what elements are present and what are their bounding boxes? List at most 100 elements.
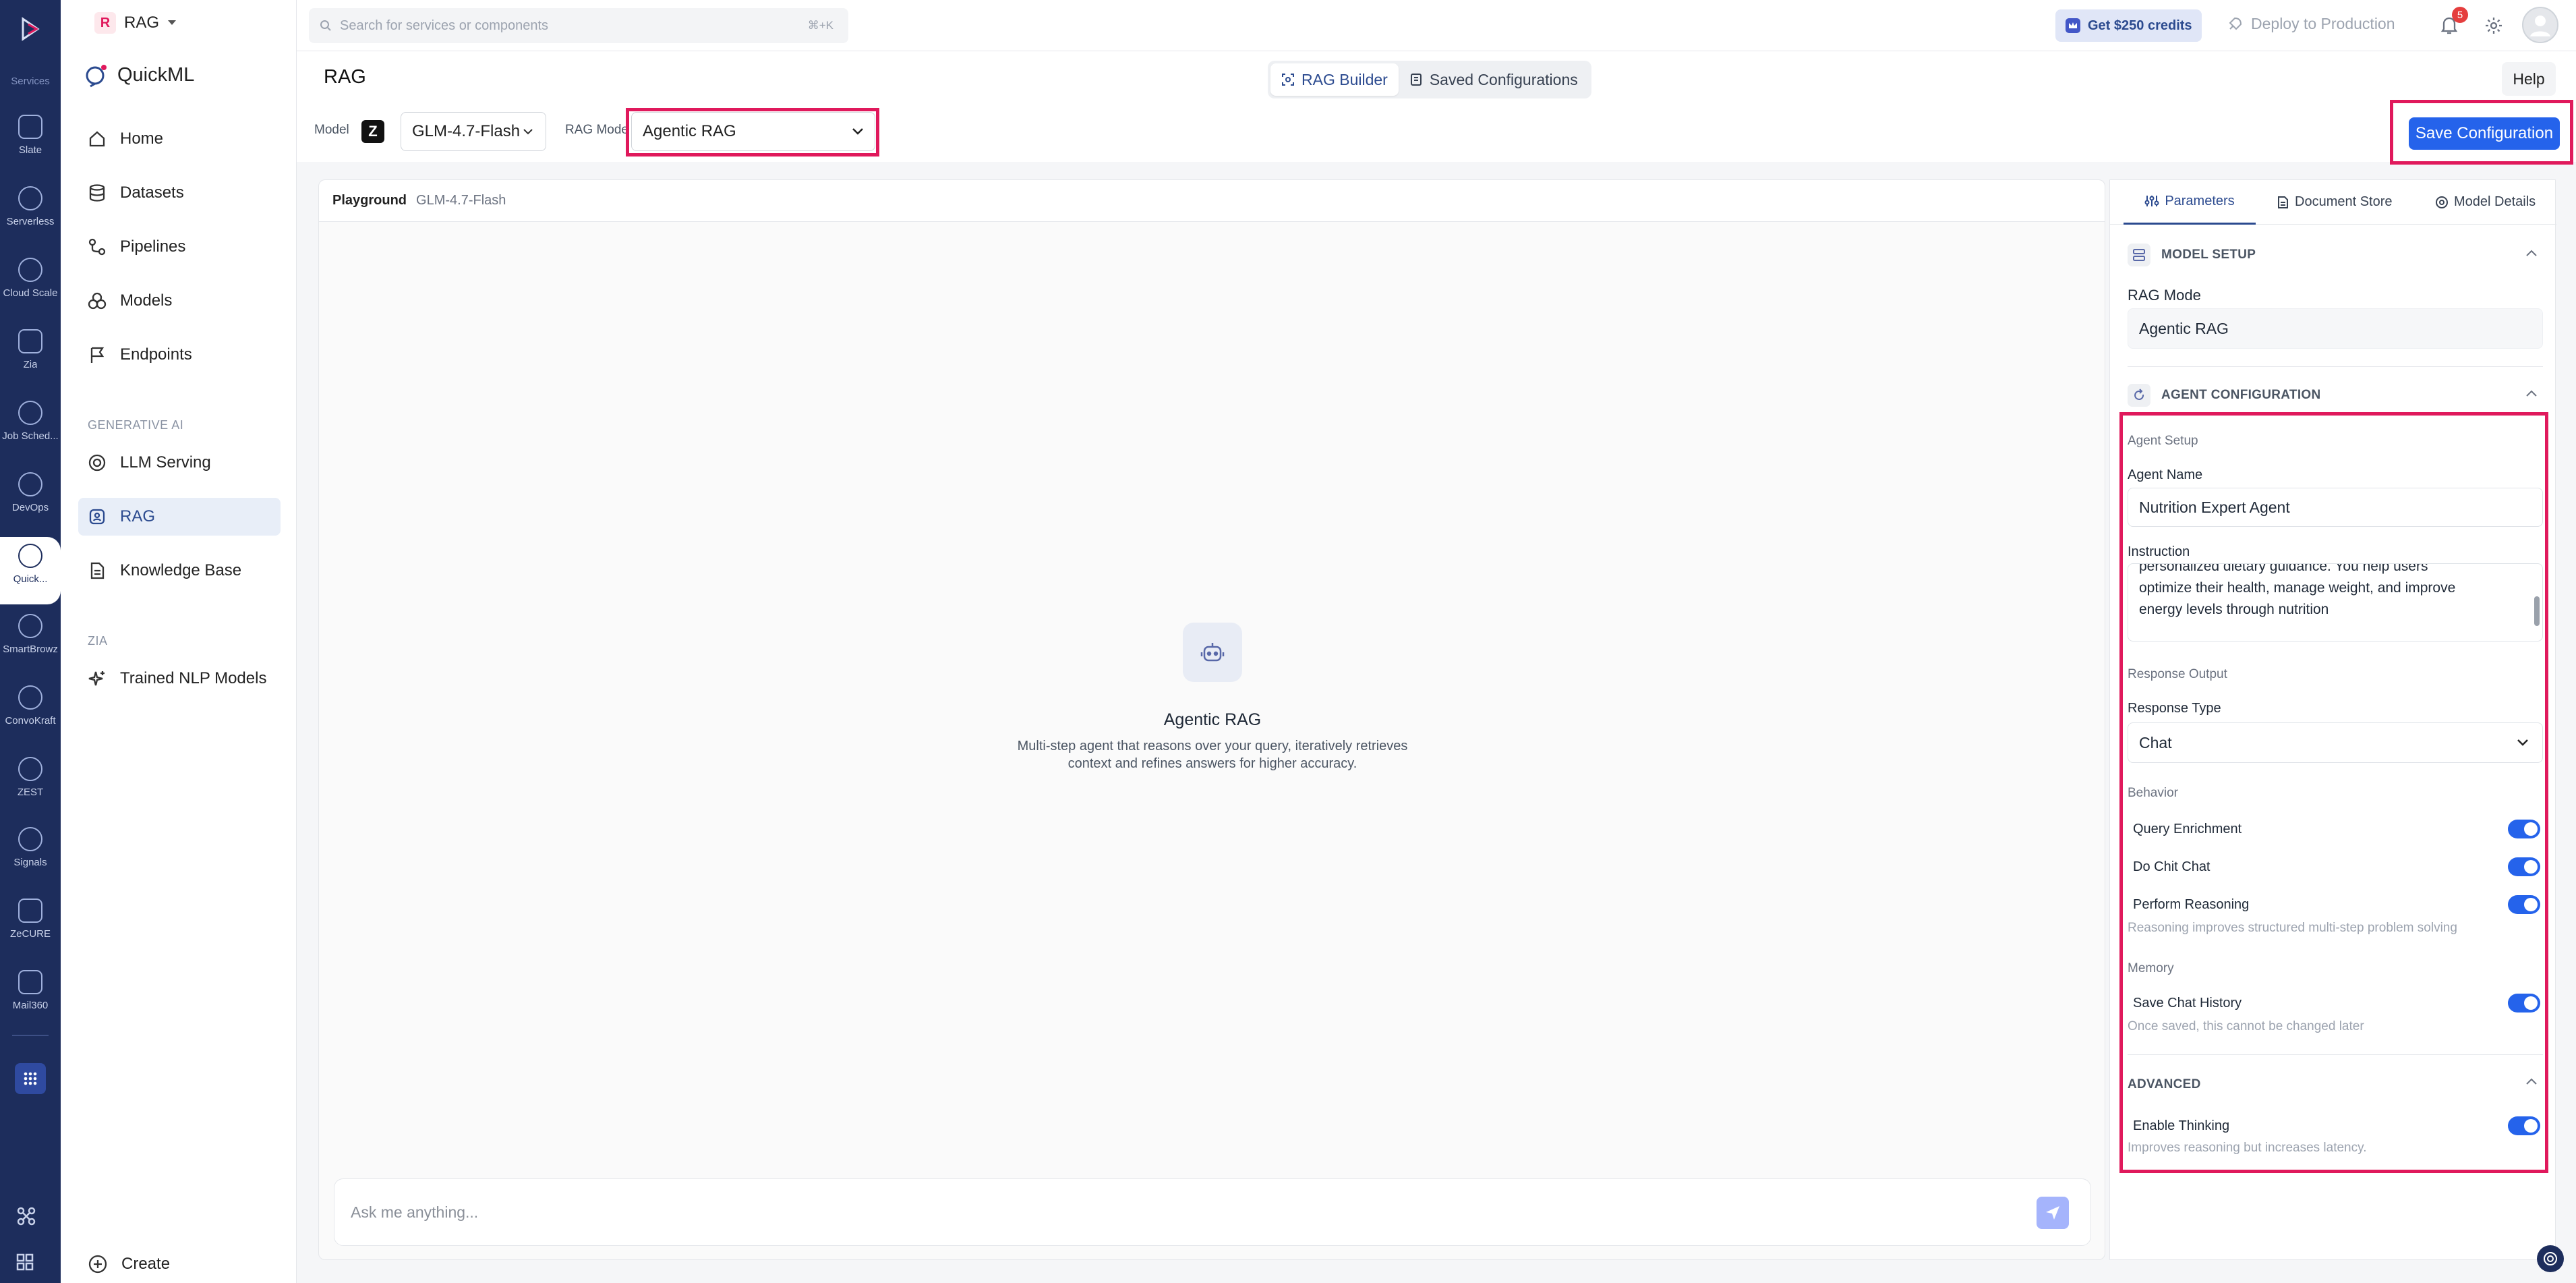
rail-item-smartbrowz[interactable]: SmartBrowz [0,614,61,655]
database-icon [89,184,105,202]
quickml-icon [18,544,42,568]
notification-badge: 5 [2452,7,2468,23]
tab-rag-builder[interactable]: RAG Builder [1270,63,1399,96]
zest-icon [18,757,42,781]
panel-tabs: Parameters Document Store Model Details [2110,180,2556,225]
rocket-icon [2229,17,2242,30]
catalyst-logo-icon[interactable] [16,15,45,43]
chat-input[interactable]: Ask me anything... [334,1178,2091,1246]
rail-item-slate[interactable]: Slate [0,115,61,156]
notifications-button[interactable]: 5 [2440,7,2468,35]
rail-item-devops[interactable]: DevOps [0,472,61,513]
help-button[interactable]: Help [2502,62,2556,96]
app-name: QuickML [117,63,195,86]
model-details-icon [2436,196,2448,208]
rail-item-convokraft[interactable]: ConvoKraft [0,685,61,726]
agent-configuration-header[interactable]: AGENT CONFIGURATION [2128,384,2321,407]
zecure-icon [18,899,42,923]
tab-parameters[interactable]: Parameters [2124,180,2256,225]
rag-mode-highlight [626,108,879,156]
rail-divider [12,1035,49,1036]
sparkle-icon [88,671,105,686]
nav-knowledge-base[interactable]: Knowledge Base [78,552,341,590]
nav-datasets[interactable]: Datasets [78,174,341,212]
refresh-icon [2128,384,2150,407]
tab-document-store[interactable]: Document Store [2276,180,2393,225]
serverless-icon [18,186,42,210]
widgets-icon[interactable] [16,1253,34,1271]
services-label: Services [11,76,50,87]
page-title: RAG [324,66,366,88]
tab-saved-configurations[interactable]: Saved Configurations [1399,63,1589,96]
rail-item-cloud-scale[interactable]: Cloud Scale [0,258,61,299]
zhipu-logo-icon: Z [361,120,384,143]
nav-trained-nlp-models[interactable]: Trained NLP Models [78,660,341,697]
project-switcher[interactable]: R RAG [94,12,177,34]
model-select[interactable]: GLM-4.7-Flash [401,112,546,151]
divider [2128,366,2543,367]
rail-item-zia[interactable]: Zia [0,329,61,370]
convokraft-icon [18,685,42,710]
tab-model-details[interactable]: Model Details [2435,180,2536,225]
nav-endpoints[interactable]: Endpoints [78,336,341,374]
rail-item-serverless[interactable]: Serverless [0,186,61,227]
credits-button[interactable]: Get $250 credits [2055,9,2202,42]
top-bar: Search for services or components ⌘+K Ge… [297,0,2576,51]
user-icon [2530,16,2550,36]
section-generative-ai: GENERATIVE AI [88,418,184,432]
devops-icon [18,472,42,496]
integrations-icon[interactable] [16,1206,36,1226]
search-placeholder: Search for services or components [340,18,549,33]
server-icon [2128,244,2150,266]
service-rail: Services Slate Serverless Cloud Scale Zi… [0,0,61,1283]
page-header: RAG RAG Builder Saved Configurations Hel… [297,51,2576,165]
robot-icon [1183,623,1242,682]
document-icon [90,562,105,579]
chevron-down-icon [523,129,533,135]
send-icon [2046,1206,2059,1220]
builder-tabs: RAG Builder Saved Configurations [1268,61,1591,98]
nav-llm-serving[interactable]: LLM Serving [78,444,341,482]
rail-item-quickml[interactable]: Quick... [0,537,61,604]
search-input[interactable]: Search for services or components ⌘+K [309,8,848,43]
send-button[interactable] [2037,1197,2069,1229]
support-button[interactable] [2537,1245,2564,1272]
rag-mode-field-label: RAG Mode [2128,287,2201,304]
playground-label: Playground [332,193,407,208]
project-badge: R [94,12,116,34]
chevron-up-icon[interactable] [2525,389,2538,397]
app-brand: QuickML [84,62,194,88]
crown-icon [2066,18,2080,33]
llm-icon [88,454,106,472]
search-shortcut: ⌘+K [807,19,833,32]
slate-icon [18,115,42,139]
builder-icon [1282,74,1294,86]
caret-down-icon [168,20,177,25]
rail-item-zest[interactable]: ZEST [0,757,61,798]
chat-input-placeholder: Ask me anything... [351,1203,479,1221]
empty-state-description: Multi-step agent that reasons over your … [1017,739,1408,771]
nav-rag[interactable]: RAG [78,498,281,536]
search-icon [320,20,331,31]
model-setup-header[interactable]: MODEL SETUP [2128,244,2256,266]
rail-item-mail360[interactable]: Mail360 [0,970,61,1011]
smartbrowz-icon [18,614,42,638]
playground-header: Playground GLM-4.7-Flash [319,180,2105,222]
nav-models[interactable]: Models [78,282,341,320]
deploy-to-production-button[interactable]: Deploy to Production [2227,15,2395,33]
create-button[interactable]: Create [78,1245,341,1283]
save-button-highlight [2390,100,2573,165]
settings-button[interactable] [2484,16,2503,35]
avatar[interactable] [2522,7,2558,43]
home-icon [89,131,105,147]
chevron-up-icon[interactable] [2525,249,2538,257]
rail-item-job-scheduler[interactable]: Job Sched... [0,401,61,442]
rail-item-zecure[interactable]: ZeCURE [0,899,61,940]
empty-state-title: Agentic RAG [1163,710,1262,729]
agent-config-highlight [2119,412,2548,1173]
sidebar: R RAG QuickML Home Datasets Pipelines Mo… [61,0,297,1283]
apps-grid-icon[interactable] [15,1063,46,1094]
nav-pipelines[interactable]: Pipelines [78,228,341,266]
rail-item-signals[interactable]: Signals [0,827,61,868]
config-panel: Parameters Document Store Model Details … [2109,179,2556,1260]
